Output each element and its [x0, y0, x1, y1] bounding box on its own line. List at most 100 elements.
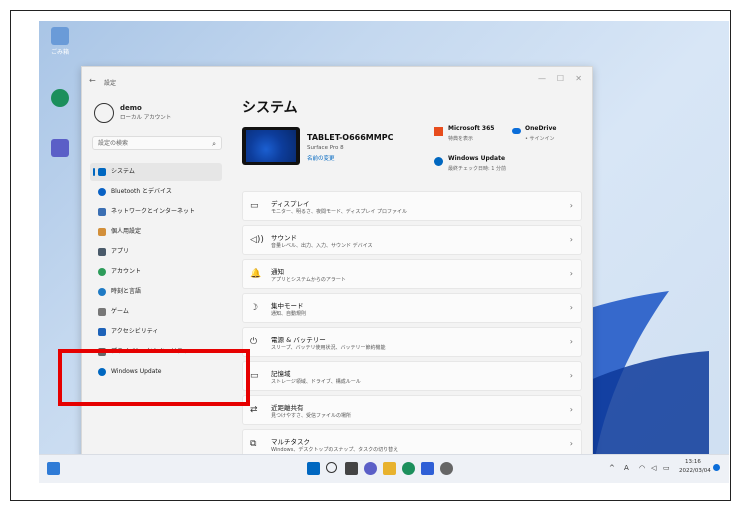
device-name: TABLET-O666MMPC	[307, 133, 394, 142]
sidebar-item-accounts[interactable]: アカウント	[90, 263, 222, 281]
quick-onedrive-title[interactable]: OneDrive	[525, 125, 556, 132]
desktop-icon-teams[interactable]	[45, 139, 75, 159]
sidebar-item-label: システム	[111, 168, 135, 175]
sidebar-item-time-language[interactable]: 時刻と言語	[90, 283, 222, 301]
tray-overflow-chevron-icon[interactable]: ^	[609, 464, 615, 472]
display-icon: ▭	[250, 201, 259, 211]
clock-time[interactable]: 13:16	[685, 459, 701, 465]
sidebar-item-accessibility[interactable]: アクセシビリティ	[90, 323, 222, 341]
account-icon	[98, 268, 106, 276]
sidebar-item-personalization[interactable]: 個人用設定	[90, 223, 222, 241]
store-icon[interactable]	[421, 462, 434, 475]
edge-icon[interactable]	[402, 462, 415, 475]
task-view-icon[interactable]	[345, 462, 358, 475]
chevron-right-icon: ›	[569, 371, 573, 380]
quick-onedrive-sub: • サインイン	[525, 136, 555, 142]
search-input[interactable]: 設定の検索 ⌕	[92, 136, 222, 150]
card-power-battery[interactable]: ⏻ 電源 & バッテリー スリープ、バッテリ使用状況、バッテリー節約機能 ›	[242, 327, 582, 357]
sidebar-item-bluetooth[interactable]: Bluetooth とデバイス	[90, 183, 222, 201]
card-storage[interactable]: ▭ 記憶域 ストレージ領域、ドライブ、構成ルール ›	[242, 361, 582, 391]
desktop-icon-label: ごみ箱	[50, 49, 69, 56]
battery-icon[interactable]: ▭	[663, 464, 670, 472]
search-icon: ⌕	[212, 140, 216, 148]
clock-date[interactable]: 2022/03/04	[679, 468, 711, 474]
desktop-icon-edge[interactable]	[45, 89, 75, 109]
card-subtitle: モニター、明るさ、夜間モード、ディスプレイ プロファイル	[271, 209, 407, 215]
sidebar-item-apps[interactable]: アプリ	[90, 243, 222, 261]
card-subtitle: 通知、自動規則	[271, 311, 307, 317]
start-icon[interactable]	[307, 462, 320, 475]
multitask-icon: ⧉	[250, 439, 257, 449]
card-subtitle: スリープ、バッテリ使用状況、バッテリー節約機能	[271, 345, 386, 351]
chevron-right-icon: ›	[569, 303, 573, 312]
edge-icon	[51, 89, 69, 107]
card-title: 近距離共有	[271, 404, 304, 412]
rename-link[interactable]: 名前の変更	[307, 154, 335, 162]
sidebar-item-label: Bluetooth とデバイス	[111, 188, 172, 195]
card-nearby-sharing[interactable]: ⇄ 近距離共有 見つけやすさ、受信ファイルの場所 ›	[242, 395, 582, 425]
card-focus[interactable]: ☽ 集中モード 通知、自動規則 ›	[242, 293, 582, 323]
page-title: システム	[242, 100, 298, 116]
card-title: 記憶域	[271, 370, 291, 378]
minimize-button[interactable]: —	[538, 74, 546, 83]
sidebar-item-label: アクセシビリティ	[111, 328, 159, 335]
sidebar-item-label: ゲーム	[111, 308, 129, 315]
card-title: 集中モード	[271, 302, 304, 310]
taskbar: ^ A ◠ ◁ ▭ 13:16 2022/03/04	[39, 454, 729, 483]
chevron-right-icon: ›	[569, 337, 573, 346]
search-icon[interactable]	[326, 462, 337, 473]
card-title: 通知	[271, 268, 284, 276]
search-placeholder: 設定の検索	[98, 140, 129, 147]
notification-icon[interactable]	[713, 464, 720, 471]
widgets-icon[interactable]	[47, 462, 60, 475]
microsoft-365-icon	[434, 127, 443, 136]
sidebar-item-network[interactable]: ネットワークとインターネット	[90, 203, 222, 221]
windows-update-icon	[434, 157, 443, 166]
speaker-icon: ◁))	[250, 235, 264, 245]
close-button[interactable]: ✕	[575, 74, 582, 83]
settings-icon[interactable]	[440, 462, 453, 475]
wifi-icon[interactable]: ◠	[639, 464, 645, 472]
apps-icon	[98, 248, 106, 256]
wifi-icon	[98, 208, 106, 216]
quick-windows-update-title[interactable]: Windows Update	[448, 155, 505, 162]
sidebar-item-label: アカウント	[111, 268, 142, 275]
desktop-icon-recycle-bin[interactable]: ごみ箱	[45, 27, 75, 56]
volume-icon[interactable]: ◁	[651, 464, 656, 472]
back-arrow-icon[interactable]: ←	[89, 76, 96, 85]
card-notifications[interactable]: 🔔 通知 アプリとシステムからのアラート ›	[242, 259, 582, 289]
ime-indicator[interactable]: A	[624, 464, 629, 472]
device-image	[242, 127, 300, 165]
teams-icon	[51, 139, 69, 157]
recycle-bin-icon	[51, 27, 69, 45]
account-type: ローカル アカウント	[120, 115, 172, 121]
bell-icon: 🔔	[250, 269, 262, 279]
card-title: マルチタスク	[271, 438, 310, 446]
chevron-right-icon: ›	[569, 201, 573, 210]
explorer-icon[interactable]	[383, 462, 396, 475]
screenshot-frame: ごみ箱 ← 設定 — ☐ ✕ demo ローカル アカウント 設定の検索 ⌕ シ	[10, 10, 731, 501]
chat-icon[interactable]	[364, 462, 377, 475]
window-title: 設定	[104, 80, 117, 87]
chevron-right-icon: ›	[569, 439, 573, 448]
storage-icon: ▭	[250, 371, 259, 381]
chevron-right-icon: ›	[569, 235, 573, 244]
sidebar-item-gaming[interactable]: ゲーム	[90, 303, 222, 321]
power-icon: ⏻	[250, 337, 258, 347]
card-sound[interactable]: ◁)) サウンド 音量レベル、出力、入力、サウンド デバイス ›	[242, 225, 582, 255]
gamepad-icon	[98, 308, 106, 316]
card-subtitle: Windows、デスクトップのスナップ、タスクの切り替え	[271, 447, 399, 453]
chevron-right-icon: ›	[569, 269, 573, 278]
quick-microsoft-365-title[interactable]: Microsoft 365	[448, 125, 494, 132]
device-model: Surface Pro 8	[307, 145, 344, 151]
onedrive-icon	[512, 128, 521, 134]
selection-indicator	[93, 168, 95, 176]
globe-clock-icon	[98, 288, 106, 296]
card-display[interactable]: ▭ ディスプレイ モニター、明るさ、夜間モード、ディスプレイ プロファイル ›	[242, 191, 582, 221]
sidebar-item-system[interactable]: システム	[90, 163, 222, 181]
accessibility-icon	[98, 328, 106, 336]
quick-windows-update-sub: 最終チェック日時: 1 分前	[448, 166, 507, 172]
maximize-button[interactable]: ☐	[557, 74, 564, 83]
avatar[interactable]	[94, 103, 114, 123]
system-icon	[98, 168, 106, 176]
